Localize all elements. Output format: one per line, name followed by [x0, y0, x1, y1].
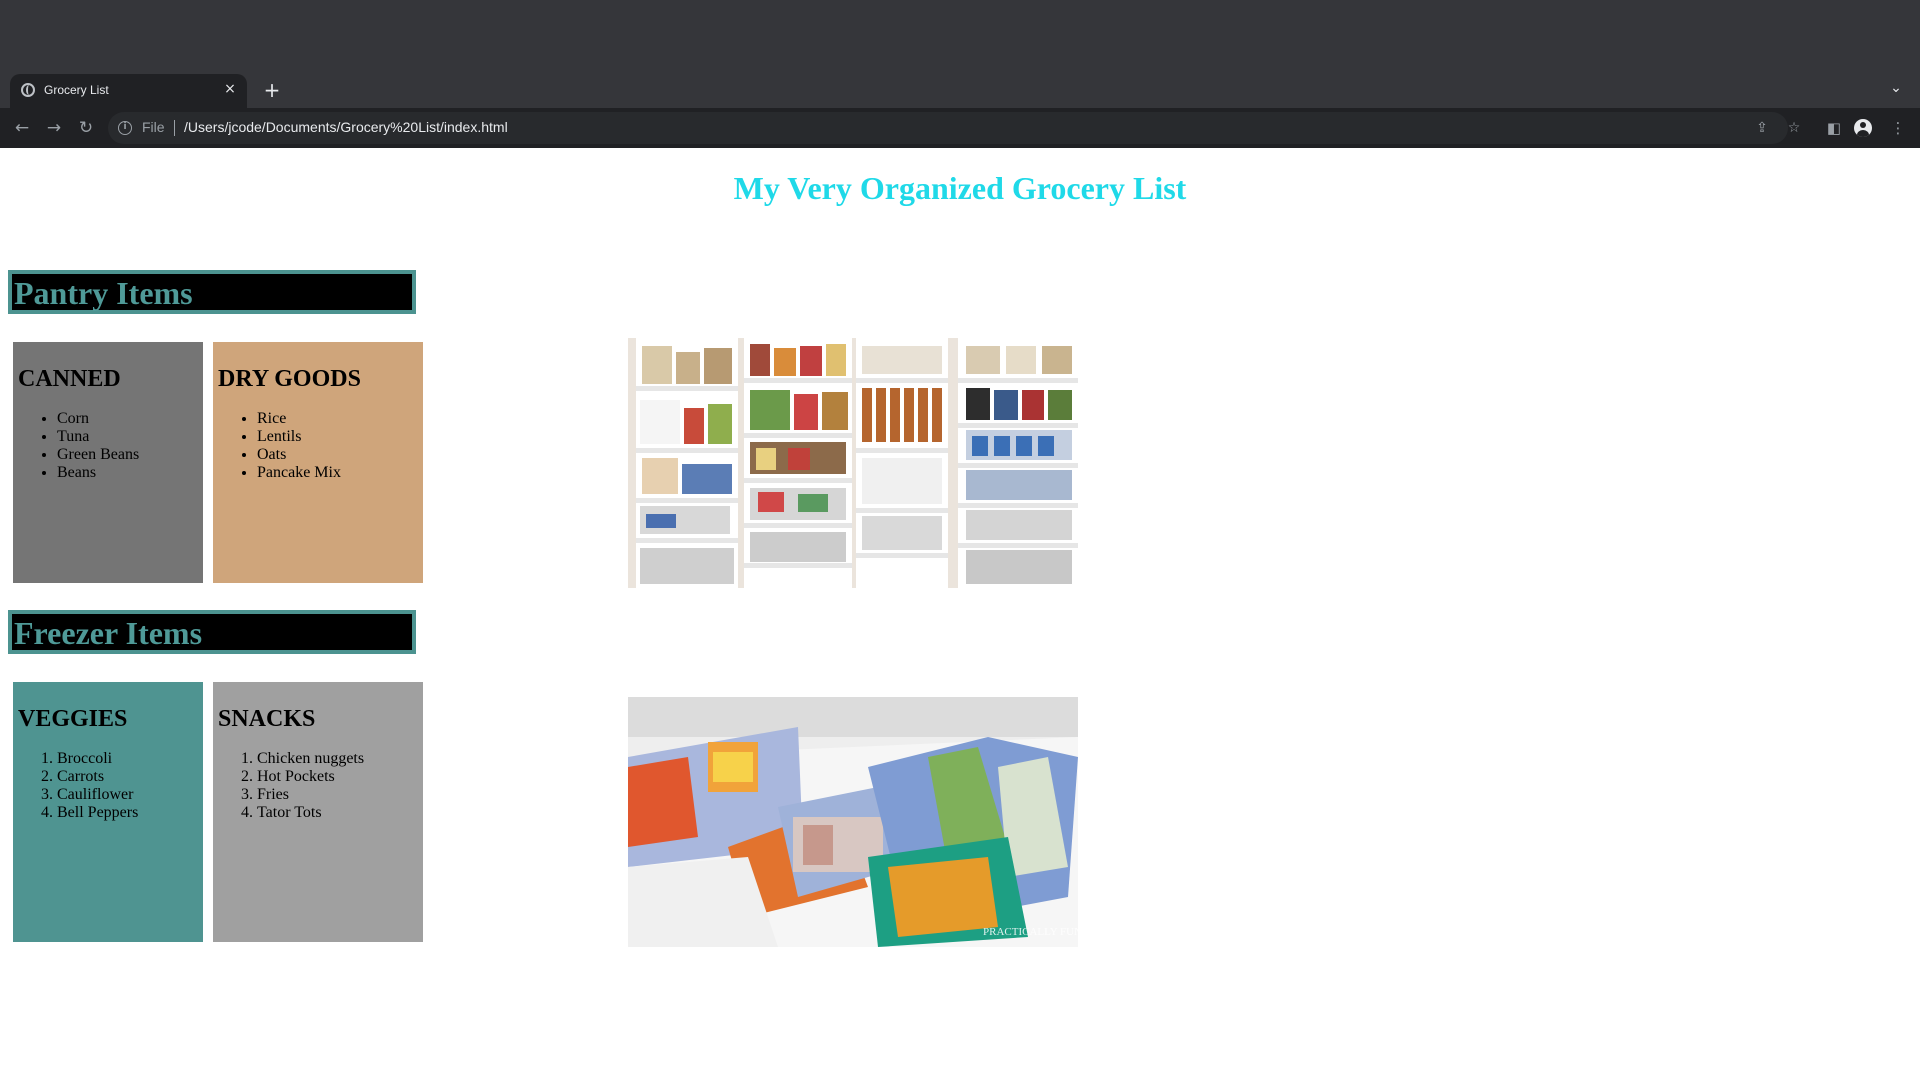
- dry-goods-box: DRY GOODS Rice Lentils Oats Pancake Mix: [213, 342, 423, 583]
- snacks-list: Chicken nuggets Hot Pockets Fries Tator …: [213, 750, 364, 822]
- list-item: Bell Peppers: [57, 804, 138, 822]
- pantry-shelves-photo: [628, 338, 1078, 588]
- chest-freezer-photo: PRACTICALLY FUNCTIONAL: [628, 697, 1078, 947]
- browser-toolbar: ← → ↻ i File /Users/jcode/Documents/Groc…: [0, 108, 1920, 148]
- page-title: My Very Organized Grocery List: [733, 170, 1187, 206]
- url-text[interactable]: /Users/jcode/Documents/Grocery%20List/in…: [184, 119, 508, 135]
- freezer-heading: Freezer Items: [14, 615, 203, 651]
- list-item: Cauliflower: [57, 786, 138, 804]
- list-item: Corn: [57, 410, 139, 428]
- globe-icon: [21, 83, 35, 97]
- list-item: Rice: [257, 410, 341, 428]
- list-item: Oats: [257, 446, 341, 464]
- dry-goods-heading: DRY GOODS: [218, 366, 361, 392]
- bookmark-star-icon[interactable]: ☆: [1784, 118, 1804, 138]
- freezer-photo-watermark: PRACTICALLY FUNCTIONAL: [983, 926, 1078, 938]
- list-item: Pancake Mix: [257, 464, 341, 482]
- menu-kebab-icon[interactable]: ⋮: [1886, 116, 1910, 140]
- freezer-section-header: Freezer Items: [8, 610, 416, 654]
- pantry-section-header: Pantry Items: [8, 270, 416, 314]
- list-item: Chicken nuggets: [257, 750, 364, 768]
- list-item: Broccoli: [57, 750, 138, 768]
- canned-heading: CANNED: [18, 366, 121, 392]
- reload-button[interactable]: ↻: [74, 116, 98, 140]
- side-panel-icon[interactable]: ◧: [1822, 116, 1846, 140]
- back-button[interactable]: ←: [10, 116, 34, 140]
- canned-list: Corn Tuna Green Beans Beans: [13, 410, 139, 482]
- site-info-icon[interactable]: i: [118, 121, 132, 135]
- close-tab-icon[interactable]: ×: [221, 80, 239, 98]
- list-item: Fries: [257, 786, 364, 804]
- veggies-heading: VEGGIES: [18, 706, 128, 732]
- snacks-heading: SNACKS: [218, 706, 316, 732]
- list-item: Tator Tots: [257, 804, 364, 822]
- list-item: Tuna: [57, 428, 139, 446]
- list-item: Lentils: [257, 428, 341, 446]
- new-tab-button[interactable]: +: [260, 78, 284, 102]
- veggies-list: Broccoli Carrots Cauliflower Bell Pepper…: [13, 750, 138, 822]
- address-separator: [174, 120, 175, 136]
- list-item: Hot Pockets: [257, 768, 364, 786]
- canned-box: CANNED Corn Tuna Green Beans Beans: [13, 342, 203, 583]
- share-icon[interactable]: ⇪: [1752, 118, 1772, 138]
- tab-grocery-list[interactable]: Grocery List ×: [10, 74, 247, 108]
- forward-button[interactable]: →: [42, 116, 66, 140]
- address-bar[interactable]: i File /Users/jcode/Documents/Grocery%20…: [108, 112, 1800, 144]
- pantry-heading: Pantry Items: [14, 275, 193, 311]
- veggies-box: VEGGIES Broccoli Carrots Cauliflower Bel…: [13, 682, 203, 942]
- pantry-shelves-image: [628, 338, 1078, 588]
- tab-search-chevron-icon[interactable]: ⌄: [1886, 80, 1906, 100]
- chest-freezer-image: PRACTICALLY FUNCTIONAL: [628, 697, 1078, 947]
- list-item: Beans: [57, 464, 139, 482]
- dry-goods-list: Rice Lentils Oats Pancake Mix: [213, 410, 341, 482]
- list-item: Green Beans: [57, 446, 139, 464]
- list-item: Carrots: [57, 768, 138, 786]
- tab-title: Grocery List: [44, 83, 109, 97]
- profile-avatar-icon[interactable]: [1854, 119, 1872, 137]
- browser-titlebar: Grocery List × + ⌄: [0, 0, 1920, 108]
- snacks-box: SNACKS Chicken nuggets Hot Pockets Fries…: [213, 682, 423, 942]
- scheme-label: File: [142, 119, 165, 135]
